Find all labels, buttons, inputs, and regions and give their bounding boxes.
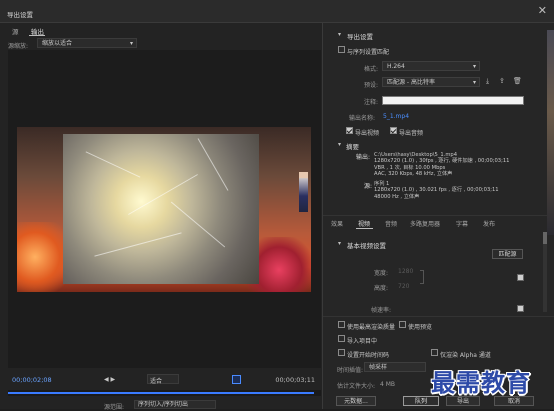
chevron-down-icon: ▾ (472, 79, 476, 86)
format-dropdown[interactable]: H.264 ▾ (382, 61, 480, 71)
export-video-label: 导出视频 (355, 130, 380, 137)
match-source-button[interactable]: 匹配源 (492, 249, 523, 259)
source-scaling-value: 缩放以适合 (42, 40, 73, 47)
summary-output-label: 输出: (356, 154, 371, 161)
render-alpha-label: 仅渲染 Alpha 通道 (440, 352, 491, 359)
chevron-down-icon: ▾ (472, 63, 476, 70)
scrollbar-thumb[interactable] (543, 232, 547, 244)
basic-video-settings-header: 基本视频设置 (347, 242, 386, 250)
tab-multiplexer[interactable]: 多路复用器 (410, 219, 440, 228)
background-window-strip (547, 30, 554, 235)
active-tab-indicator (29, 35, 45, 36)
tab-effects[interactable]: 效果 (331, 219, 343, 228)
source-range-dropdown[interactable]: 序列切入/序列切出 (134, 400, 216, 409)
collapse-arrow-icon[interactable]: ▾ (338, 141, 341, 148)
width-label: 宽度: (374, 270, 389, 277)
max-render-quality-checkbox[interactable] (338, 321, 345, 328)
summary-line: AAC, 320 Kbps, 48 kHz, 立体声 (374, 171, 453, 178)
watermark-logo: 最需教育 (431, 368, 531, 397)
tab-source[interactable]: 源 (12, 26, 19, 36)
set-start-timecode-label: 设置开始时间码 (347, 352, 390, 359)
metadata-button[interactable]: 元数据... (336, 396, 376, 406)
preset-dropdown[interactable]: 匹配源 - 高比特率 ▾ (382, 77, 480, 87)
chevron-down-icon: ▾ (129, 40, 133, 47)
use-previews-label: 使用预览 (408, 324, 433, 331)
mark-in-out-icons[interactable]: ◀ ▶ (104, 376, 115, 383)
use-previews-checkbox[interactable] (399, 321, 406, 328)
format-value: H.264 (387, 63, 405, 70)
source-scaling-label: 源缩放: (8, 43, 29, 50)
tab-captions[interactable]: 字幕 (456, 219, 468, 228)
summary-source-label: 源: (364, 183, 373, 190)
person-figure (299, 172, 308, 212)
source-range-label: 源范围: (104, 404, 125, 411)
delete-preset-icon[interactable]: 🗑 (513, 77, 522, 85)
comments-input[interactable] (382, 96, 524, 105)
summary-output-details: C:\Users\hasy\Desktop\5_1.mp4 1280x720 (… (374, 152, 509, 178)
match-frame-rate-checkbox[interactable] (517, 305, 524, 312)
timeline-range-bar[interactable] (8, 392, 314, 394)
time-interpolation-dropdown[interactable]: 帧采样 (364, 362, 426, 372)
preset-label: 预设: (364, 82, 379, 89)
export-audio-label: 导出音频 (399, 130, 424, 137)
file-size-label: 估计文件大小: (337, 383, 376, 390)
time-interpolation-label: 时间插值: (337, 367, 364, 374)
height-value[interactable]: 720 (398, 283, 409, 290)
tab-publish[interactable]: 发布 (483, 219, 495, 228)
output-name-link[interactable]: 5_1.mp4 (383, 113, 409, 120)
render-alpha-checkbox[interactable] (431, 349, 438, 356)
settings-scrollbar[interactable] (543, 232, 547, 312)
playhead-icon[interactable] (232, 375, 241, 384)
set-start-timecode-checkbox[interactable] (338, 349, 345, 356)
summary-line: 1280x720 (1.0) , 30fps , 逐行, 硬件加速 , 00;0… (374, 158, 510, 165)
max-render-quality-label: 使用最高渲染质量 (347, 324, 396, 331)
tab-audio[interactable]: 音频 (385, 219, 397, 228)
import-preset-icon[interactable]: ⇪ (499, 77, 505, 85)
comments-label: 注释: (364, 99, 379, 106)
export-audio-checkbox[interactable] (390, 127, 397, 134)
source-scaling-dropdown[interactable]: 缩放以适合 ▾ (37, 38, 137, 48)
title-bar: 导出设置 ✕ (0, 0, 554, 23)
import-into-project-label: 导入项目中 (347, 338, 378, 345)
export-video-checkbox[interactable] (346, 127, 353, 134)
summary-header: 摘要 (346, 143, 359, 151)
current-time[interactable]: 00;00;02;08 (12, 376, 52, 384)
summary-line: 1280x720 (1.0) , 30.021 fps , 逐行 , 00;00… (374, 187, 499, 194)
source-range-value: 序列切入/序列切出 (138, 401, 189, 408)
height-label: 高度: (374, 285, 389, 292)
frame-rate-label: 帧速率: (371, 307, 392, 314)
close-icon[interactable]: ✕ (538, 5, 547, 17)
tab-video[interactable]: 视频 (358, 219, 370, 228)
width-value[interactable]: 1280 (398, 268, 413, 275)
match-sequence-checkbox[interactable] (338, 46, 345, 53)
preset-value: 匹配源 - 高比特率 (387, 79, 435, 86)
file-size-value: 4 MB (380, 381, 396, 388)
format-label: 格式: (364, 66, 379, 73)
collapse-arrow-icon[interactable]: ▾ (338, 240, 341, 247)
export-settings-header: 导出设置 (347, 33, 373, 41)
output-name-label: 输出名称: (349, 115, 376, 122)
fit-value: 适合 (150, 378, 163, 385)
window-title: 导出设置 (7, 11, 33, 19)
video-preview (17, 127, 311, 292)
end-time: 00;00;03;11 (275, 376, 315, 384)
link-dimensions-icon[interactable] (420, 270, 424, 284)
active-tab-indicator (356, 228, 373, 229)
import-into-project-checkbox[interactable] (338, 335, 345, 342)
summary-source-details: 序列 1 1280x720 (1.0) , 30.021 fps , 逐行 , … (374, 181, 499, 200)
match-width-checkbox[interactable] (517, 274, 524, 281)
collapse-arrow-icon[interactable]: ▾ (338, 31, 341, 38)
time-interpolation-value: 帧采样 (369, 364, 388, 371)
tree-branches-image (63, 134, 259, 284)
summary-line: 48000 Hz , 立体声 (374, 193, 420, 200)
save-preset-icon[interactable]: ⤓ (486, 77, 489, 86)
match-sequence-label: 与序列设置匹配 (347, 49, 390, 56)
